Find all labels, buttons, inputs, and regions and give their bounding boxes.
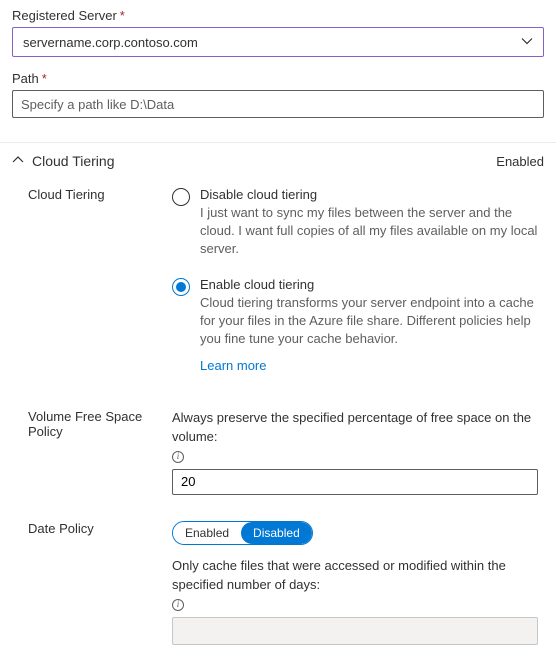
enable-cloud-tiering-title: Enable cloud tiering (200, 277, 538, 292)
volume-free-space-input[interactable] (172, 469, 538, 495)
date-policy-desc: Only cache files that were accessed or m… (172, 557, 538, 611)
date-policy-days-input (172, 617, 538, 645)
date-policy-toggle: Enabled Disabled (172, 521, 313, 545)
date-policy-enabled-option[interactable]: Enabled (173, 522, 241, 544)
section-status: Enabled (496, 154, 544, 169)
disable-cloud-tiering-radio[interactable] (172, 188, 190, 206)
learn-more-link[interactable]: Learn more (200, 358, 266, 373)
cloud-tiering-field-label: Cloud Tiering (12, 187, 172, 383)
volume-policy-label: Volume Free Space Policy (12, 409, 172, 495)
required-asterisk: * (120, 8, 125, 23)
registered-server-dropdown[interactable]: servername.corp.contoso.com (12, 27, 544, 57)
registered-server-label: Registered Server* (12, 8, 544, 23)
disable-cloud-tiering-desc: I just want to sync my files between the… (200, 204, 538, 259)
info-icon[interactable]: i (172, 599, 184, 611)
chevron-down-icon (521, 35, 533, 50)
date-policy-disabled-option[interactable]: Disabled (241, 522, 312, 544)
date-policy-label: Date Policy (12, 521, 172, 645)
chevron-up-icon (12, 154, 24, 169)
cloud-tiering-section-header: Cloud Tiering Enabled (12, 143, 544, 187)
registered-server-value: servername.corp.contoso.com (23, 35, 198, 50)
required-asterisk: * (42, 71, 47, 86)
disable-cloud-tiering-title: Disable cloud tiering (200, 187, 538, 202)
enable-cloud-tiering-desc: Cloud tiering transforms your server end… (200, 294, 538, 349)
enable-cloud-tiering-radio[interactable] (172, 278, 190, 296)
section-title: Cloud Tiering (32, 153, 115, 169)
info-icon[interactable]: i (172, 451, 184, 463)
section-toggle[interactable]: Cloud Tiering (12, 153, 115, 169)
path-input[interactable] (12, 90, 544, 118)
path-label: Path* (12, 71, 544, 86)
volume-policy-desc: Always preserve the specified percentage… (172, 409, 538, 463)
